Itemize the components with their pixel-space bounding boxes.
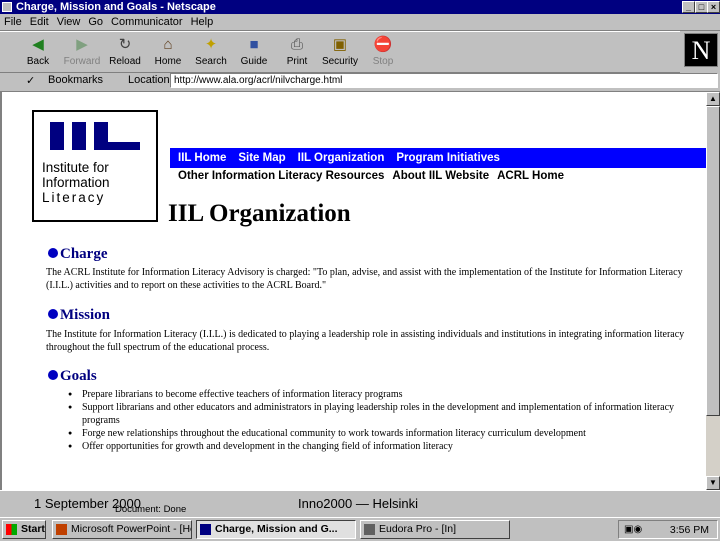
- vertical-scrollbar[interactable]: ▲ ▼: [706, 92, 720, 490]
- list-item: Prepare librarians to become effective t…: [64, 388, 694, 401]
- reload-button[interactable]: ↻ Reload: [105, 34, 145, 70]
- forward-arrow-icon: ▶: [76, 36, 88, 53]
- nav-acrl-home[interactable]: ACRL Home: [497, 170, 564, 182]
- minimize-button[interactable]: _: [682, 1, 695, 13]
- menu-help[interactable]: Help: [187, 14, 218, 30]
- menu-view[interactable]: View: [53, 14, 85, 30]
- goals-list: Prepare librarians to become effective t…: [64, 388, 694, 453]
- home-label: Home: [154, 56, 182, 67]
- tray-icons[interactable]: ▣◉: [624, 524, 642, 535]
- task-eudora[interactable]: Eudora Pro - [In]: [360, 520, 510, 539]
- slide-footer-title: Inno2000 — Helsinki: [298, 496, 418, 511]
- iil-logo-text: Institute for Information Literacy: [42, 160, 110, 205]
- mission-text: The Institute for Information Literacy (…: [46, 329, 685, 353]
- menu-go[interactable]: Go: [84, 14, 107, 30]
- clock: 3:56 PM: [669, 524, 709, 536]
- netscape-logo[interactable]: N: [684, 33, 718, 67]
- system-tray: ▣◉ 3:56 PM: [618, 520, 718, 539]
- bullet-icon: [48, 248, 58, 258]
- status-bar: 1 September 2000 Document: Done Inno2000…: [0, 490, 720, 515]
- status-text: Document: Done: [115, 504, 187, 515]
- nav-other-resources[interactable]: Other Information Literacy Resources: [178, 170, 384, 182]
- reload-icon: ↻: [118, 36, 132, 53]
- reload-label: Reload: [109, 56, 141, 67]
- menu-edit[interactable]: Edit: [26, 14, 53, 30]
- eudora-icon: [364, 524, 375, 535]
- stop-icon: ⛔: [373, 36, 393, 53]
- scroll-up-button[interactable]: ▲: [706, 92, 720, 106]
- nav-program-initiatives[interactable]: Program Initiatives: [396, 148, 500, 168]
- nav-iil-organization[interactable]: IIL Organization: [298, 148, 385, 168]
- iil-logo-mark: [50, 122, 140, 150]
- url-input[interactable]: http://www.ala.org/acrl/nilvcharge.html: [170, 73, 718, 88]
- nav-iil-home[interactable]: IIL Home: [178, 148, 226, 168]
- title-bar: Charge, Mission and Goals - Netscape _ □…: [0, 0, 720, 14]
- windows-logo-icon: [6, 524, 17, 535]
- navigation-toolbar: ◀ Back ▶ Forward ↻ Reload ⌂ Home ✦ Searc…: [0, 31, 680, 73]
- bullet-icon: [48, 309, 58, 319]
- primary-nav: IIL Home Site Map IIL Organization Program …: [170, 148, 706, 168]
- guide-icon: ■: [249, 36, 259, 53]
- search-button[interactable]: ✦ Search: [191, 34, 231, 70]
- list-item: Forge new relationships throughout the e…: [64, 427, 694, 440]
- window-title: Charge, Mission and Goals - Netscape: [16, 1, 216, 13]
- nav-about-iil-website[interactable]: About IIL Website: [392, 170, 489, 182]
- bullet-icon: [48, 370, 58, 380]
- menu-bar: File Edit View Go Communicator Help: [0, 14, 720, 31]
- search-icon: ✦: [204, 36, 218, 53]
- back-button[interactable]: ◀ Back: [18, 34, 58, 70]
- task-powerpoint[interactable]: Microsoft PowerPoint - [He...: [52, 520, 192, 539]
- search-label: Search: [195, 56, 227, 67]
- iil-logo[interactable]: Institute for Information Literacy: [32, 110, 158, 222]
- bookmark-icon: ✓: [26, 75, 36, 87]
- nav-site-map[interactable]: Site Map: [238, 148, 285, 168]
- security-label: Security: [321, 56, 359, 67]
- stop-label: Stop: [372, 56, 394, 67]
- mission-heading: Mission: [48, 307, 110, 324]
- netscape-icon: [200, 524, 211, 535]
- list-item: Support librarians and other educators a…: [64, 401, 694, 427]
- lock-icon: ▣: [332, 36, 348, 53]
- back-label: Back: [26, 56, 50, 67]
- powerpoint-icon: [56, 524, 67, 535]
- security-button[interactable]: ▣ Security: [320, 34, 360, 70]
- location-bar: ✓ Bookmarks Location: http://www.ala.org…: [0, 72, 720, 92]
- task-netscape[interactable]: Charge, Mission and G...: [196, 520, 356, 539]
- guide-button[interactable]: ■ Guide: [234, 34, 274, 70]
- forward-label: Forward: [63, 56, 101, 67]
- charge-text: The ACRL Institute for Information Liter…: [46, 267, 683, 291]
- print-icon: ⎙: [290, 36, 303, 53]
- menu-communicator[interactable]: Communicator: [107, 14, 187, 30]
- menu-file[interactable]: File: [0, 14, 26, 30]
- scroll-down-button[interactable]: ▼: [706, 476, 720, 490]
- stop-button[interactable]: ⛔ Stop: [363, 34, 403, 70]
- print-button[interactable]: ⎙ Print: [277, 34, 317, 70]
- page-title: IIL Organization: [168, 200, 351, 227]
- back-arrow-icon: ◀: [32, 36, 44, 53]
- scroll-thumb[interactable]: [706, 106, 720, 416]
- bookmarks-button[interactable]: Bookmarks: [48, 74, 103, 86]
- home-button[interactable]: ⌂ Home: [148, 34, 188, 70]
- app-icon[interactable]: [2, 2, 12, 12]
- page-content: Institute for Information Literacy IIL H…: [0, 92, 706, 490]
- close-button[interactable]: ×: [707, 1, 720, 13]
- guide-label: Guide: [240, 56, 268, 67]
- location-label: Location:: [128, 74, 173, 86]
- start-button[interactable]: Start: [2, 520, 46, 539]
- goals-heading: Goals: [48, 368, 97, 385]
- forward-button[interactable]: ▶ Forward: [62, 34, 102, 70]
- charge-heading: Charge: [48, 246, 108, 263]
- taskbar: Start Microsoft PowerPoint - [He... Char…: [0, 517, 720, 541]
- list-item: Offer opportunities for growth and devel…: [64, 440, 694, 453]
- home-icon: ⌂: [163, 36, 173, 53]
- print-label: Print: [286, 56, 308, 67]
- secondary-nav: Other Information Literacy Resources Abou…: [178, 170, 572, 182]
